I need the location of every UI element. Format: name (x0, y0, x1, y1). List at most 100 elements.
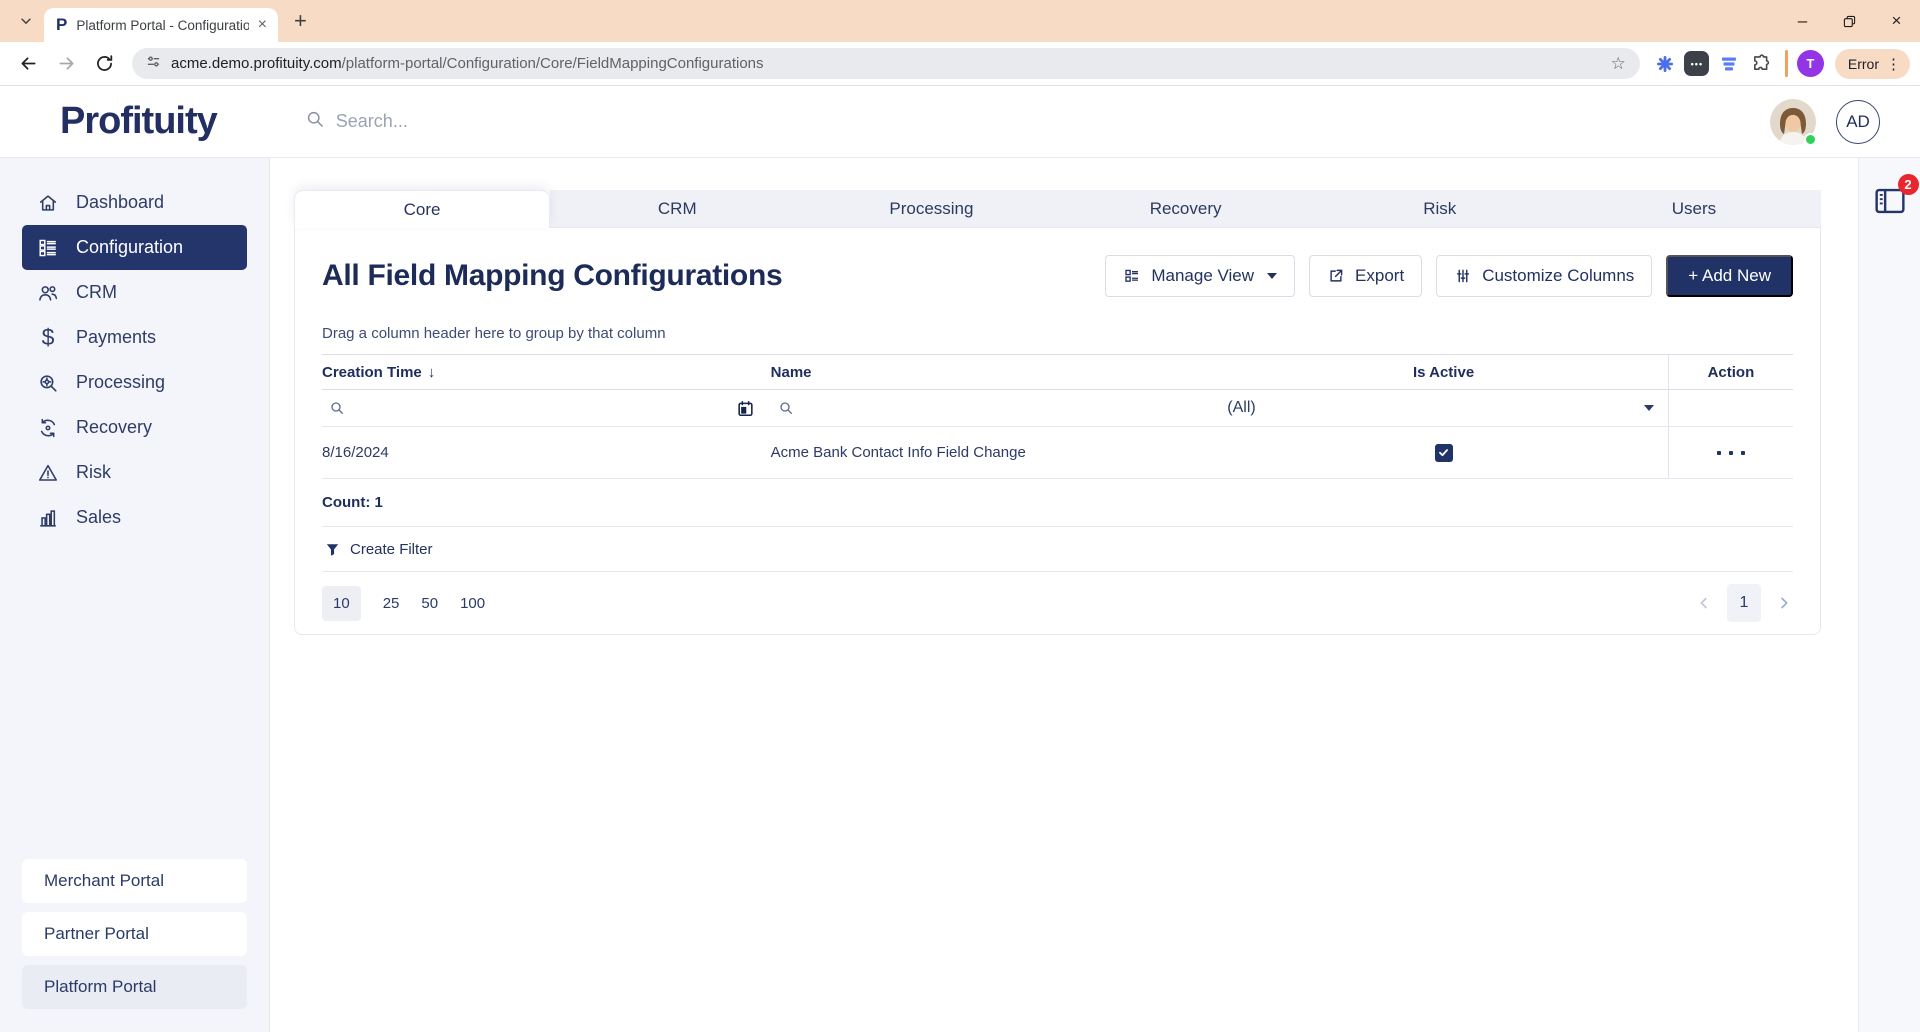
filter-name[interactable] (771, 390, 1220, 426)
calendar-icon[interactable] (736, 399, 755, 418)
sidebar-item-recovery[interactable]: Recovery (22, 405, 247, 450)
column-header-creation-time[interactable]: Creation Time ↓ (322, 355, 771, 389)
search-icon (778, 400, 794, 416)
sidebar-item-sales[interactable]: Sales (22, 495, 247, 540)
sidebar-item-configuration[interactable]: Configuration (22, 225, 247, 270)
sidebar-item-crm[interactable]: CRM (22, 270, 247, 315)
sidebar-item-payments[interactable]: $ Payments (22, 315, 247, 360)
reload-icon[interactable] (86, 46, 122, 82)
grid-list-icon (1123, 267, 1141, 285)
table-header-row: Creation Time ↓ Name Is Active Action (322, 354, 1793, 390)
magnifier-gear-icon (37, 372, 59, 394)
previous-page-icon[interactable] (1695, 594, 1713, 612)
window-minimize-icon[interactable]: – (1779, 0, 1826, 42)
notification-badge: 2 (1898, 174, 1919, 195)
page-navigation: 1 (1695, 584, 1793, 622)
warning-triangle-icon (37, 462, 59, 484)
sidebar-item-label: Risk (76, 462, 111, 483)
extension-starburst-icon[interactable] (1650, 49, 1680, 79)
table-filter-row: (All) (322, 390, 1793, 427)
filter-creation-time[interactable] (322, 390, 771, 426)
app-logo[interactable]: Profituity (60, 100, 217, 143)
right-rail: 2 (1858, 158, 1920, 1032)
dollar-icon: $ (37, 327, 59, 349)
sidebar-item-dashboard[interactable]: Dashboard (22, 180, 247, 225)
url-domain: acme.demo.profituity.com (171, 55, 342, 72)
table-row[interactable]: 8/16/2024 Acme Bank Contact Info Field C… (322, 427, 1793, 479)
customize-columns-label: Customize Columns (1482, 266, 1634, 286)
column-header-name[interactable]: Name (771, 355, 1220, 389)
browser-profile-avatar[interactable]: T (1797, 50, 1824, 77)
sidebar-item-label: Processing (76, 372, 165, 393)
next-page-icon[interactable] (1775, 594, 1793, 612)
tab-risk[interactable]: Risk (1313, 190, 1567, 228)
filter-is-active-dropdown[interactable]: (All) (1219, 390, 1668, 426)
browser-menu-kebab-icon[interactable]: ⋮ (1884, 55, 1903, 73)
browser-toolbar: acme.demo.profituity.com/platform-portal… (0, 42, 1920, 86)
forward-icon[interactable] (48, 46, 84, 82)
error-label: Error (1848, 56, 1879, 72)
extension-bars-icon[interactable] (1714, 49, 1744, 79)
tab-processing[interactable]: Processing (804, 190, 1058, 228)
global-search[interactable] (305, 109, 676, 134)
create-filter-button[interactable]: Create Filter (322, 527, 1793, 572)
manage-view-button[interactable]: Manage View (1105, 255, 1295, 297)
user-initials-badge[interactable]: AD (1836, 100, 1880, 144)
page-size-50[interactable]: 50 (421, 595, 438, 612)
cell-is-active (1219, 427, 1668, 478)
site-info-icon[interactable] (146, 54, 161, 74)
sidebar-item-label: Configuration (76, 237, 183, 258)
header-right: AD (1770, 99, 1880, 145)
back-icon[interactable] (10, 46, 46, 82)
column-header-is-active[interactable]: Is Active (1219, 355, 1668, 389)
tab-crm[interactable]: CRM (550, 190, 804, 228)
search-input[interactable] (336, 111, 676, 132)
tab-close-icon[interactable]: × (255, 16, 270, 34)
page-size-25[interactable]: 25 (383, 595, 400, 612)
customize-columns-button[interactable]: Customize Columns (1436, 255, 1652, 297)
new-tab-button[interactable]: + (294, 8, 307, 34)
extensions-puzzle-icon[interactable] (1746, 49, 1776, 79)
window-controls: – × (1779, 0, 1920, 42)
tab-search-chevron-icon[interactable] (12, 7, 40, 35)
export-button[interactable]: Export (1309, 255, 1422, 297)
merchant-portal-button[interactable]: Merchant Portal (22, 859, 247, 903)
browser-tab[interactable]: P Platform Portal - Configuration × (44, 8, 278, 42)
extension-chat-icon[interactable]: ••• (1682, 49, 1712, 79)
cell-action (1668, 427, 1793, 478)
toolbar-divider (1785, 50, 1788, 77)
partner-portal-button[interactable]: Partner Portal (22, 912, 247, 956)
user-avatar[interactable] (1770, 99, 1816, 145)
current-page[interactable]: 1 (1727, 584, 1761, 622)
is-active-checkbox[interactable] (1435, 444, 1453, 462)
is-active-filter-value: (All) (1227, 399, 1255, 417)
side-panel-toggle[interactable]: 2 (1873, 186, 1907, 216)
search-icon (329, 400, 345, 416)
page-size-10[interactable]: 10 (322, 586, 361, 621)
window-close-icon[interactable]: × (1873, 0, 1920, 42)
sliders-icon (1454, 267, 1472, 285)
tab-title: Platform Portal - Configuration (76, 18, 248, 33)
funnel-icon (324, 541, 341, 558)
window-restore-icon[interactable] (1826, 0, 1873, 42)
tab-recovery[interactable]: Recovery (1059, 190, 1313, 228)
create-filter-label: Create Filter (350, 541, 433, 558)
sidebar-item-label: Payments (76, 327, 156, 348)
tab-users[interactable]: Users (1567, 190, 1821, 228)
row-actions-menu-icon[interactable] (1669, 451, 1793, 455)
url-text[interactable]: acme.demo.profituity.com/platform-portal… (171, 55, 1603, 72)
page-size-100[interactable]: 100 (460, 595, 485, 612)
config-tabs: Core CRM Processing Recovery Risk Users (294, 190, 1821, 228)
bookmark-star-icon[interactable]: ☆ (1611, 54, 1626, 74)
add-new-button[interactable]: + Add New (1666, 255, 1793, 297)
tab-core[interactable]: Core (294, 190, 550, 228)
filter-action (1668, 390, 1793, 426)
url-bar[interactable]: acme.demo.profituity.com/platform-portal… (132, 48, 1640, 79)
sidebar-item-processing[interactable]: Processing (22, 360, 247, 405)
sort-desc-icon[interactable]: ↓ (428, 364, 436, 381)
sidebar-item-risk[interactable]: Risk (22, 450, 247, 495)
export-icon (1327, 267, 1345, 285)
platform-portal-button[interactable]: Platform Portal (22, 965, 247, 1009)
browser-error-pill[interactable]: Error ⋮ (1835, 49, 1910, 79)
group-by-hint: Drag a column header here to group by th… (322, 325, 1793, 342)
